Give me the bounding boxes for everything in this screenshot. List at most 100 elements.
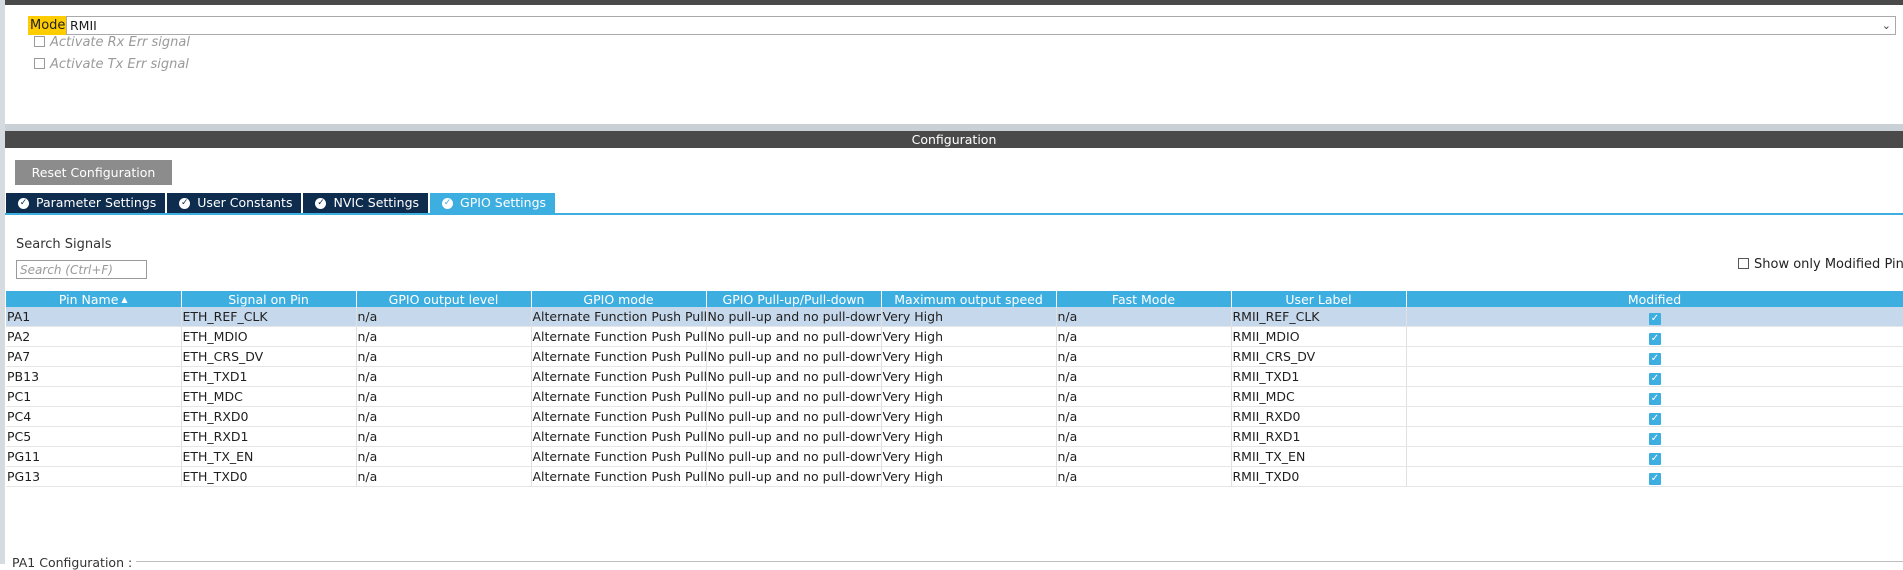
gpio-mode-cell: Alternate Function Push Pull: [531, 466, 707, 487]
pull-cell: No pull-up and no pull-down: [706, 406, 882, 427]
tab-parameter-settings[interactable]: ✓ Parameter Settings: [6, 193, 166, 213]
show-modified-pins-toggle[interactable]: Show only Modified Pins: [1738, 257, 1903, 272]
pull-cell: No pull-up and no pull-down: [706, 466, 882, 487]
rx-err-checkbox-row[interactable]: Activate Rx Err signal: [34, 34, 190, 52]
signal-cell: ETH_CRS_DV: [181, 346, 357, 367]
check-circle-icon: ✓: [442, 197, 454, 209]
fast-mode-cell: n/a: [1056, 326, 1232, 347]
table-row[interactable]: PG11 ETH_TX_EN n/a Alternate Function Pu…: [6, 446, 1903, 467]
gpio-mode-cell: Alternate Function Push Pull: [531, 366, 707, 387]
pull-cell: No pull-up and no pull-down: [706, 446, 882, 467]
column-header-signal[interactable]: Signal on Pin: [181, 291, 357, 307]
signal-cell: ETH_TX_EN: [181, 446, 357, 467]
checked-checkbox-icon[interactable]: ✓: [1649, 333, 1661, 345]
column-header-fast-mode[interactable]: Fast Mode: [1056, 291, 1232, 307]
pull-cell: No pull-up and no pull-down: [706, 346, 882, 367]
fast-mode-cell: n/a: [1056, 426, 1232, 447]
modified-cell: ✓: [1406, 406, 1903, 427]
speed-cell: Very High: [881, 446, 1057, 467]
checked-checkbox-icon[interactable]: ✓: [1649, 453, 1661, 465]
mode-label: Mode: [28, 16, 68, 35]
checked-checkbox-icon[interactable]: ✓: [1649, 433, 1661, 445]
user-label-cell: RMII_CRS_DV: [1231, 346, 1407, 367]
table-row[interactable]: PA2 ETH_MDIO n/a Alternate Function Push…: [6, 326, 1903, 347]
table-row[interactable]: PC1 ETH_MDC n/a Alternate Function Push …: [6, 386, 1903, 407]
user-label-cell: RMII_MDC: [1231, 386, 1407, 407]
pull-cell: No pull-up and no pull-down: [706, 386, 882, 407]
column-header-pin-name[interactable]: Pin Name ▲: [6, 291, 182, 307]
signal-cell: ETH_RXD1: [181, 426, 357, 447]
left-edge: [0, 0, 5, 564]
check-circle-icon: ✓: [179, 197, 191, 209]
fast-mode-cell: n/a: [1056, 386, 1232, 407]
checked-checkbox-icon[interactable]: ✓: [1649, 373, 1661, 385]
modified-cell: ✓: [1406, 346, 1903, 367]
output-level-cell: n/a: [356, 326, 532, 347]
gpio-mode-cell: Alternate Function Push Pull: [531, 426, 707, 447]
column-header-user-label[interactable]: User Label: [1231, 291, 1407, 307]
tab-gpio-settings[interactable]: ✓ GPIO Settings: [430, 193, 556, 213]
pin-name-cell: PG11: [6, 446, 182, 467]
search-signals-input[interactable]: [16, 260, 147, 279]
tab-nvic-settings[interactable]: ✓ NVIC Settings: [303, 193, 429, 213]
table-header-row: Pin Name ▲ Signal on Pin GPIO output leve…: [6, 291, 1903, 307]
table-row[interactable]: PA1 ETH_REF_CLK n/a Alternate Function P…: [6, 307, 1903, 327]
table-row[interactable]: PA7 ETH_CRS_DV n/a Alternate Function Pu…: [6, 346, 1903, 367]
user-label-cell: RMII_TX_EN: [1231, 446, 1407, 467]
sort-ascending-icon: ▲: [121, 294, 128, 304]
tx-err-checkbox-row[interactable]: Activate Tx Err signal: [34, 56, 189, 74]
config-tabs: ✓ Parameter Settings ✓ User Constants ✓ NVI…: [6, 193, 557, 213]
checked-checkbox-icon[interactable]: ✓: [1649, 393, 1661, 405]
chevron-down-icon: ⌄: [1881, 19, 1891, 32]
table-row[interactable]: PC5 ETH_RXD1 n/a Alternate Function Push…: [6, 426, 1903, 447]
speed-cell: Very High: [881, 366, 1057, 387]
output-level-cell: n/a: [356, 466, 532, 487]
reset-configuration-button[interactable]: Reset Configuration: [15, 160, 172, 185]
table-row[interactable]: PG13 ETH_TXD0 n/a Alternate Function Pus…: [6, 466, 1903, 487]
user-label-cell: RMII_MDIO: [1231, 326, 1407, 347]
pull-cell: No pull-up and no pull-down: [706, 366, 882, 387]
gpio-mode-cell: Alternate Function Push Pull: [531, 446, 707, 467]
speed-cell: Very High: [881, 466, 1057, 487]
rx-err-label: Activate Rx Err signal: [50, 35, 190, 50]
tab-label: Parameter Settings: [36, 195, 157, 210]
speed-cell: Very High: [881, 426, 1057, 447]
pin-name-cell: PA1: [6, 307, 182, 327]
tx-err-checkbox[interactable]: [34, 58, 45, 69]
signal-cell: ETH_MDC: [181, 386, 357, 407]
checked-checkbox-icon[interactable]: ✓: [1649, 413, 1661, 425]
tab-underline: [5, 213, 1903, 215]
output-level-cell: n/a: [356, 386, 532, 407]
user-label-cell: RMII_TXD1: [1231, 366, 1407, 387]
pin-name-cell: PA2: [6, 326, 182, 347]
check-circle-icon: ✓: [315, 197, 327, 209]
mode-select[interactable]: RMII ⌄: [66, 16, 1896, 35]
tab-user-constants[interactable]: ✓ User Constants: [167, 193, 302, 213]
speed-cell: Very High: [881, 406, 1057, 427]
output-level-cell: n/a: [356, 406, 532, 427]
modified-cell: ✓: [1406, 307, 1903, 327]
signal-cell: ETH_TXD1: [181, 366, 357, 387]
output-level-cell: n/a: [356, 307, 532, 327]
column-header-gpio-mode[interactable]: GPIO mode: [531, 291, 707, 307]
fast-mode-cell: n/a: [1056, 307, 1232, 327]
signal-cell: ETH_REF_CLK: [181, 307, 357, 327]
column-header-pull[interactable]: GPIO Pull-up/Pull-down: [706, 291, 882, 307]
column-header-modified[interactable]: Modified: [1406, 291, 1903, 307]
table-row[interactable]: PC4 ETH_RXD0 n/a Alternate Function Push…: [6, 406, 1903, 427]
checked-checkbox-icon[interactable]: ✓: [1649, 313, 1661, 325]
checked-checkbox-icon[interactable]: ✓: [1649, 473, 1661, 485]
checked-checkbox-icon[interactable]: ✓: [1649, 353, 1661, 365]
show-modified-checkbox[interactable]: [1738, 258, 1749, 269]
modified-cell: ✓: [1406, 466, 1903, 487]
mode-select-value: RMII: [70, 18, 97, 33]
table-row[interactable]: PB13 ETH_TXD1 n/a Alternate Function Pus…: [6, 366, 1903, 387]
rx-err-checkbox[interactable]: [34, 36, 45, 47]
signal-cell: ETH_RXD0: [181, 406, 357, 427]
column-header-output-level[interactable]: GPIO output level: [356, 291, 532, 307]
user-label-cell: RMII_REF_CLK: [1231, 307, 1407, 327]
pin-name-cell: PC1: [6, 386, 182, 407]
modified-cell: ✓: [1406, 426, 1903, 447]
gpio-mode-cell: Alternate Function Push Pull: [531, 386, 707, 407]
column-header-speed[interactable]: Maximum output speed: [881, 291, 1057, 307]
